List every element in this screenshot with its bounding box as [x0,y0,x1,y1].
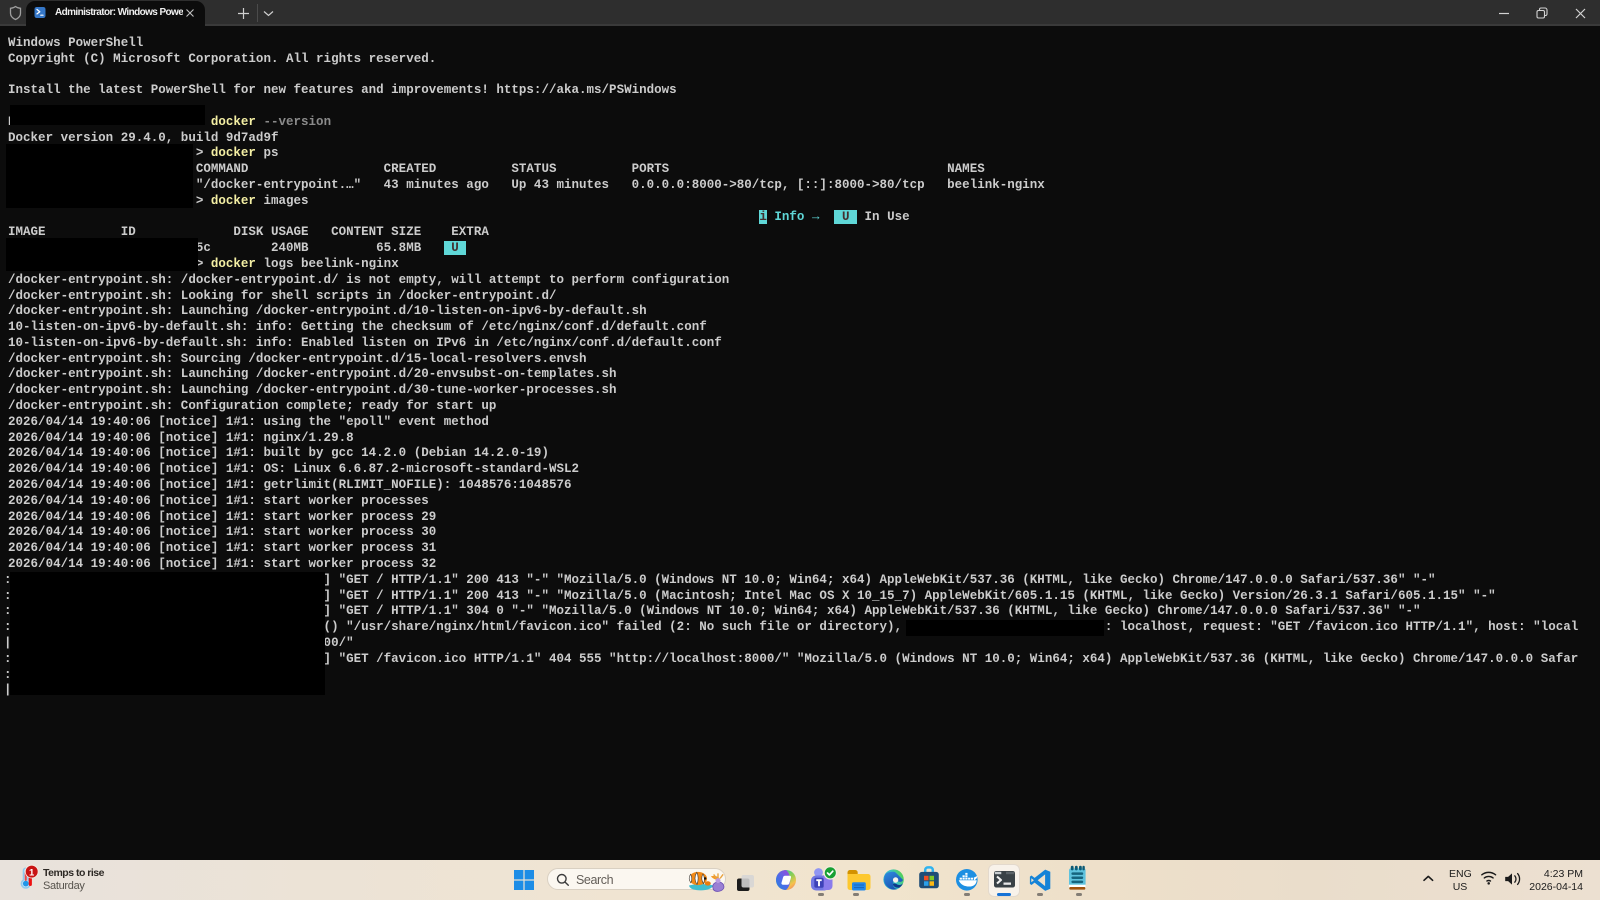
svg-text:1: 1 [29,868,35,879]
